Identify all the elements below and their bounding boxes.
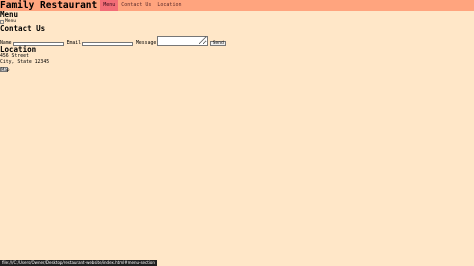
map-button[interactable]: Map (0, 66, 9, 72)
page: Family Restaurant Menu Contact Us Locati… (0, 0, 474, 266)
email-label: Email (66, 41, 82, 46)
email-field[interactable] (82, 42, 134, 46)
address-line-2: City, State 12345 (0, 60, 50, 65)
nav-link-contact-us[interactable]: Contact Us (118, 0, 154, 11)
contact-section-title: Contact Us (0, 24, 46, 33)
message-field[interactable] (157, 36, 209, 46)
message-label: Message (136, 41, 157, 46)
menu-section: Menu Menu (0, 11, 474, 25)
nav-link-location[interactable]: Location (154, 0, 184, 11)
status-bar-url: file:///C:/Users/Owner/Desktop/restauran… (0, 260, 157, 266)
contact-section: Contact Us Name Email Message Send (0, 25, 474, 46)
nav-link-menu[interactable]: Menu (100, 0, 119, 11)
send-button[interactable]: Send (210, 41, 227, 46)
header-bar: Family Restaurant Menu Contact Us Locati… (0, 0, 474, 11)
menu-section-title: Menu (0, 10, 19, 19)
location-section-title: Location (0, 45, 37, 54)
contact-form: Name Email Message Send (0, 34, 474, 46)
location-section: Location 456 Street City, State 12345 Ma… (0, 46, 474, 72)
main-nav: Menu Contact Us Location (100, 0, 184, 11)
